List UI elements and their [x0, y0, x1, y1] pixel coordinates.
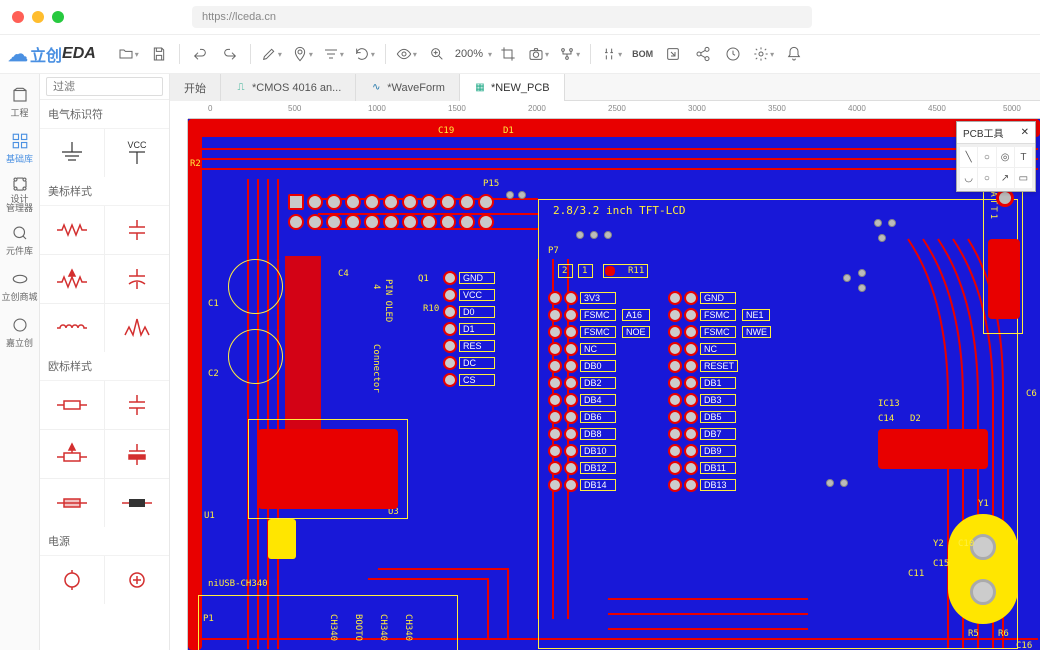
traffic-lights: [12, 11, 64, 23]
rail-partslib-label: 元件库: [6, 244, 33, 257]
tab-newpcb[interactable]: ▦*NEW_PCB: [460, 74, 565, 101]
rail-designmgr[interactable]: 设计 管理器: [2, 172, 38, 216]
pcb-canvas[interactable]: P15 R2 C19 D1 2.8/3.2 inch TFT-LCD C1 C2…: [188, 119, 1040, 650]
symbol-capacitor-us[interactable]: [105, 206, 169, 254]
symbol-fuse-eu[interactable]: [40, 479, 104, 527]
url-text: https://lceda.cn: [202, 11, 276, 23]
rail-jlc-label: 嘉立创: [6, 336, 33, 349]
app-logo[interactable]: ☁ 立创 EDA: [8, 42, 96, 67]
camera-button[interactable]: ▾: [524, 40, 553, 68]
palette-filter-input[interactable]: [46, 77, 163, 96]
pintable-mid: 3V3FSMCA16FSMCNOENCDB0DB2DB4DB6DB8DB10DB…: [548, 289, 656, 493]
main-toolbar: ☁ 立创 EDA ▾ ▾ ▾ ▾ ▾ ▾ 200%▾ ▾ ▾ ▾ BOM ▾: [0, 34, 1040, 74]
tool-track[interactable]: ╲: [960, 147, 977, 167]
tool-circle[interactable]: ○: [978, 168, 995, 188]
rail-lcsc[interactable]: 立创商城: [2, 264, 38, 308]
cloud-icon: ☁: [8, 42, 28, 67]
rail-lcsc-label: 立创商城: [2, 290, 38, 303]
svg-text:VCC: VCC: [127, 140, 147, 150]
tools-button[interactable]: ▾: [597, 40, 626, 68]
tool-text[interactable]: T: [1015, 147, 1032, 167]
tab-start[interactable]: 开始: [170, 74, 221, 101]
pintable-mid-right: GNDFSMCNE1FSMCNWENCRESETDB1DB3DB5DB7DB9D…: [668, 289, 777, 493]
redo-button[interactable]: [216, 40, 244, 68]
share-button[interactable]: [689, 40, 717, 68]
rail-basiclib[interactable]: 基础库: [2, 126, 38, 170]
palette-section-us[interactable]: 美标样式: [40, 177, 169, 206]
window-close-button[interactable]: [12, 11, 24, 23]
pcb-tool-panel[interactable]: PCB工具✕ ╲ ○ ◎ T ◡ ○ ↗ ▭: [956, 121, 1036, 192]
file-open-button[interactable]: ▾: [114, 40, 143, 68]
tool-pad[interactable]: ○: [978, 147, 995, 167]
symbol-gnd[interactable]: [40, 129, 104, 177]
palette-section-eu[interactable]: 欧标样式: [40, 352, 169, 381]
pads-p15-top: [288, 194, 494, 210]
canvas-area: 开始 ⎍*CMOS 4016 an... ∿*WaveForm ▦*NEW_PC…: [170, 74, 1040, 650]
symbol-power-2[interactable]: [105, 556, 169, 604]
component-palette: 电气标识符 VCC 美标样式 欧标样式 电源: [40, 74, 170, 650]
rail-basiclib-label: 基础库: [6, 152, 33, 165]
ruler-horizontal: 0 500 1000 1500 2000 2500 3000 3500 4000…: [188, 101, 1040, 119]
rail-project[interactable]: 工程: [2, 80, 38, 124]
symbol-resistor-us[interactable]: [40, 206, 104, 254]
rail-designmgr-label: 设计 管理器: [6, 195, 33, 213]
symbol-power-1[interactable]: [40, 556, 104, 604]
tab-cmos[interactable]: ⎍*CMOS 4016 an...: [221, 74, 356, 101]
symbol-polcap-us[interactable]: [105, 255, 169, 303]
zoom-level[interactable]: 200%: [453, 48, 485, 60]
symbol-capacitor-eu[interactable]: [105, 381, 169, 429]
pads-p15-bot: [288, 214, 494, 230]
palette-section-elec[interactable]: 电气标识符: [40, 100, 169, 129]
rail-project-label: 工程: [10, 106, 28, 119]
window-minimize-button[interactable]: [32, 11, 44, 23]
symbol-resistor-eu[interactable]: [40, 381, 104, 429]
logo-text-eda: EDA: [62, 45, 96, 63]
pcb-tool-panel-title[interactable]: PCB工具✕: [957, 122, 1035, 144]
tool-rect[interactable]: ▭: [1015, 168, 1032, 188]
left-rail: 工程 基础库 设计 管理器 元件库 立创商城 嘉立创: [0, 74, 40, 650]
pad-y1: [948, 514, 1018, 624]
palette-section-power[interactable]: 电源: [40, 527, 169, 556]
symbol-inductor-us[interactable]: [40, 304, 104, 352]
palette-search-wrap: [40, 74, 169, 100]
rail-jlc[interactable]: 嘉立创: [2, 310, 38, 354]
symbol-polcap-eu[interactable]: [105, 430, 169, 478]
netlist-button[interactable]: ▾: [555, 40, 584, 68]
align-button[interactable]: ▾: [319, 40, 348, 68]
symbol-vcc[interactable]: VCC: [105, 129, 169, 177]
tab-waveform[interactable]: ∿*WaveForm: [356, 74, 460, 101]
undo-button[interactable]: [186, 40, 214, 68]
rotate-button[interactable]: ▾: [350, 40, 379, 68]
tool-via[interactable]: ◎: [997, 147, 1014, 167]
save-button[interactable]: [145, 40, 173, 68]
symbol-inductor-eu[interactable]: [105, 479, 169, 527]
pintable-oled: GND VCC D0 D1 RES DC CS: [443, 269, 501, 388]
tool-line[interactable]: ↗: [997, 168, 1014, 188]
notification-button[interactable]: [780, 40, 808, 68]
url-bar[interactable]: https://lceda.cn: [192, 6, 812, 28]
symbol-pot-eu[interactable]: [40, 430, 104, 478]
ruler-vertical: [170, 119, 188, 650]
rail-partslib[interactable]: 元件库: [2, 218, 38, 262]
view-button[interactable]: ▾: [392, 40, 421, 68]
symbol-varistor-us[interactable]: [105, 304, 169, 352]
zoom-button[interactable]: [423, 40, 451, 68]
edit-button[interactable]: ▾: [257, 40, 286, 68]
history-button[interactable]: [719, 40, 747, 68]
close-icon[interactable]: ✕: [1021, 127, 1029, 138]
crop-button[interactable]: [494, 40, 522, 68]
bom-button[interactable]: BOM: [628, 40, 657, 68]
window-maximize-button[interactable]: [52, 11, 64, 23]
symbol-pot-us[interactable]: [40, 255, 104, 303]
tool-arc[interactable]: ◡: [960, 168, 977, 188]
document-tabs: 开始 ⎍*CMOS 4016 an... ∿*WaveForm ▦*NEW_PC…: [170, 74, 1040, 101]
browser-chrome: https://lceda.cn: [0, 0, 1040, 34]
place-button[interactable]: ▾: [288, 40, 317, 68]
logo-text-lc: 立创: [30, 42, 62, 66]
export-button[interactable]: [659, 40, 687, 68]
settings-button[interactable]: ▾: [749, 40, 778, 68]
